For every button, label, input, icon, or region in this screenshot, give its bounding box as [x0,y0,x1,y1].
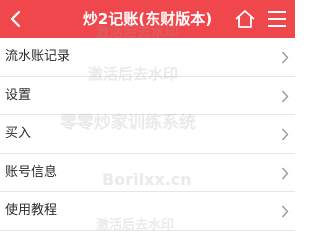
chevron-right-icon [281,128,289,141]
chevron-right-icon [281,205,289,218]
chevron-right-icon [281,51,289,64]
menu-item-account-info[interactable]: 账号信息 [0,154,295,192]
app-header: 炒2记账(东财版本) [0,0,295,38]
hamburger-menu-icon[interactable] [267,10,287,28]
menu-item-tutorial[interactable]: 使用教程 [0,192,295,231]
menu-item-buy[interactable]: 买入 [0,115,295,154]
menu-list: 流水账记录 设置 买入 账号信息 使用教程 [0,38,295,231]
chevron-right-icon [281,167,289,179]
menu-item-label: 买入 [5,126,32,141]
chevron-right-icon [281,90,289,102]
menu-item-label: 账号信息 [5,164,58,180]
menu-item-label: 使用教程 [5,203,58,218]
menu-item-label: 设置 [5,87,32,103]
menu-item-settings[interactable]: 设置 [0,77,295,115]
menu-item-label: 流水账记录 [5,49,71,64]
home-icon[interactable] [234,8,256,30]
menu-item-journal[interactable]: 流水账记录 [0,38,295,77]
